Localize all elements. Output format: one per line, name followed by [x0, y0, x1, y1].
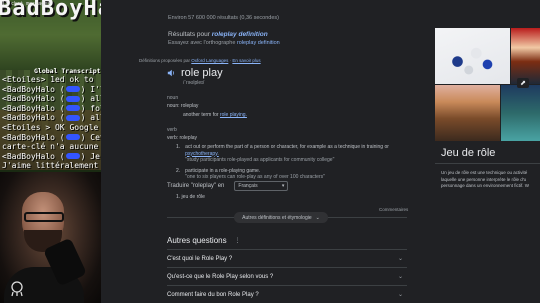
- transcript-line: <BadBoyHalo () Cette: [2, 132, 101, 142]
- chevron-down-icon: ▾: [281, 183, 285, 189]
- transcript-line: <BadBoyHalo () all ri: [2, 94, 101, 104]
- learn-more-link[interactable]: En savoir plus: [232, 58, 260, 63]
- verb-full: verb: roleplay: [167, 135, 198, 141]
- description-line: Un jeu de rôle est une technique ou acti…: [441, 170, 528, 175]
- transcript-line: <BadBoyHalo () all ri: [2, 113, 101, 123]
- search-results-page: Environ 57 600 000 résultats (0,36 secon…: [101, 0, 540, 303]
- psychotherapy-link[interactable]: psychotherapy.: [185, 151, 219, 157]
- panel-image-people[interactable]: [435, 85, 500, 141]
- transcript-lines: <Etoiles> 1ed ok to <BadBoyHalo () I'll …: [2, 75, 101, 171]
- translation-result: 1. jeu de rôle: [176, 194, 205, 200]
- knowledge-panel: ⬈ Jeu de rôle Un jeu de rôle est une tec…: [435, 28, 540, 303]
- separator: ·: [229, 58, 232, 63]
- spelling-prefix: Résultats pour: [168, 31, 210, 38]
- description-line: personnage dans un environnement fictif.…: [441, 183, 530, 188]
- oxford-languages-link[interactable]: Oxford Languages: [191, 58, 228, 63]
- verb-sense: 2. participate in a role-playing game. "…: [176, 168, 417, 181]
- transcript-line: <Etoiles> 1ed ok to: [2, 75, 94, 84]
- chevron-down-icon: ⌄: [397, 274, 403, 280]
- translate-row: Traduire "roleplay" en Français ▾: [167, 181, 289, 191]
- sense-example: "study participants role-played as appli…: [185, 157, 335, 163]
- question-text: C'est quoi le Role Play ?: [167, 255, 233, 262]
- transcript-line: <BadBoyHalo () Je pe: [2, 151, 101, 161]
- dictionary-source-prefix: Définitions proposées par: [139, 58, 191, 63]
- sense-number: 1.: [176, 144, 181, 150]
- dictionary-word: role play: [181, 67, 223, 79]
- transcript-line: <BadBoyHalo () follo: [2, 103, 101, 113]
- chevron-down-icon: ⌄: [397, 256, 403, 262]
- divider: [435, 163, 540, 164]
- noun-definition: another term for role playing.: [183, 112, 417, 118]
- panel-image-character[interactable]: [511, 28, 540, 84]
- verb-sense: 1. act out or perform the part of a pers…: [176, 144, 417, 164]
- verb-label: verb: [167, 127, 177, 133]
- people-also-ask-heading: Autres questions: [167, 236, 227, 245]
- question-text: Qu'est-ce que le Role Play selon vous ?: [167, 273, 274, 280]
- noun-definition-text: another term for: [183, 112, 219, 118]
- chat-count: 13 chat messages: [2, 1, 51, 7]
- transcript-title: Global Transcript: [34, 67, 101, 75]
- transcript-line: carte-clé n'a aucune u: [2, 142, 101, 152]
- channel-logo-icon: [11, 281, 23, 297]
- dictionary-box: role play /ˈrəʊlpleɪ/ noun noun: rolepla…: [167, 67, 417, 181]
- people-also-ask-title: Autres questions ⋮: [167, 236, 241, 245]
- knowledge-panel-title: Jeu de rôle: [441, 147, 496, 159]
- sense-example: "one to six players can role-play as any…: [185, 174, 325, 180]
- sense-text: act out or perform the part of a person …: [185, 144, 389, 150]
- selected-language: Français: [238, 183, 258, 189]
- more-images-icon[interactable]: ⬈: [517, 78, 529, 88]
- corrected-query-link[interactable]: roleplay definition: [212, 31, 268, 38]
- sense-number: 2.: [176, 167, 181, 174]
- panel-image-dice[interactable]: [435, 28, 510, 84]
- question-item[interactable]: C'est quoi le Role Play ? ⌄: [167, 249, 407, 267]
- original-query-suggestion: Essayez avec l'orthographe roleplay defi…: [168, 40, 280, 46]
- stream-overlay: BadBoyHalo 13 chat messages Global Trans…: [0, 0, 101, 303]
- translate-label: Traduire "roleplay" en: [167, 183, 225, 189]
- chevron-down-icon: ⌄: [315, 214, 320, 221]
- original-query-link[interactable]: roleplay definition: [237, 40, 280, 46]
- speaker-icon[interactable]: [167, 69, 175, 77]
- original-query-prefix: Essayez avec l'orthographe: [168, 40, 236, 46]
- question-text: Comment faire du bon Role Play ?: [167, 291, 259, 298]
- webcam-glasses: [24, 212, 64, 222]
- result-stats: Environ 57 600 000 résultats (0,36 secon…: [168, 15, 279, 21]
- language-select[interactable]: Français ▾: [234, 181, 289, 191]
- transcript-line: J'aime littéralement le: [2, 161, 101, 171]
- question-item[interactable]: Comment faire du bon Role Play ? ⌄: [167, 285, 407, 303]
- panel-image-game[interactable]: [501, 85, 540, 141]
- comments-link[interactable]: Commentaires: [379, 207, 408, 212]
- dictionary-source: Définitions proposées par Oxford Languag…: [139, 58, 261, 63]
- phonetic: /ˈrəʊlpleɪ/: [183, 80, 205, 86]
- transcript-line: <Etoiles > OK Google: [2, 122, 99, 132]
- spelling-correction: Résultats pour roleplay definition: [168, 31, 268, 38]
- noun-label: noun: [167, 95, 179, 101]
- more-definitions-label: Autres définitions et étymologie: [242, 214, 312, 221]
- role-playing-link[interactable]: role playing.: [220, 112, 247, 118]
- knowledge-panel-description: Un jeu de rôle est une technique ou acti…: [441, 170, 540, 190]
- noun-full: noun: roleplay: [167, 103, 199, 109]
- question-item[interactable]: Qu'est-ce que le Role Play selon vous ? …: [167, 267, 407, 285]
- chevron-down-icon: ⌄: [397, 292, 403, 298]
- more-options-icon[interactable]: ⋮: [235, 237, 241, 244]
- more-definitions-button[interactable]: Autres définitions et étymologie ⌄: [234, 212, 328, 223]
- transcript-line: <BadBoyHalo () I'll ex: [2, 84, 101, 94]
